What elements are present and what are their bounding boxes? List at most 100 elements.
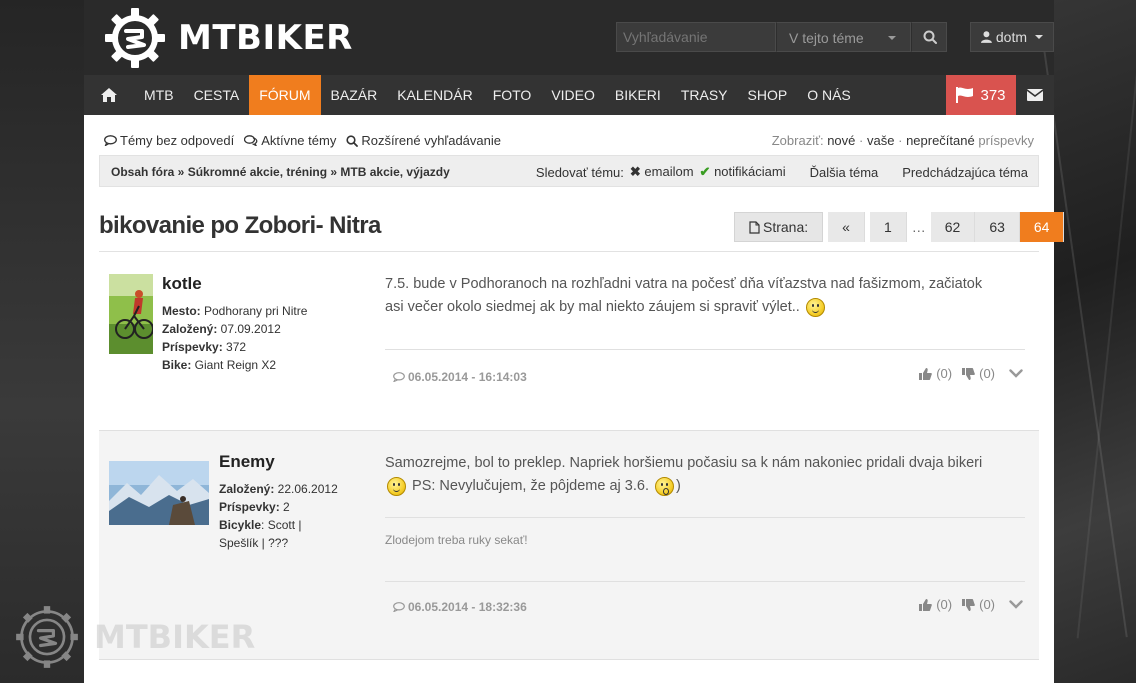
search-input[interactable] (616, 22, 776, 52)
envelope-icon (1027, 89, 1043, 101)
nav-item-forum[interactable]: FÓRUM (249, 75, 321, 115)
post-text-line: Samozrejme, bol to preklep. Napriek horš… (385, 455, 983, 471)
author-field: Mesto: Podhorany pri Nitre (162, 304, 308, 318)
main-nav: MTB CESTA FÓRUM BAZÁR KALENDÁR FOTO VIDE… (84, 75, 1054, 115)
thumbs-down-icon[interactable] (962, 598, 975, 611)
author-field: Bicykle: Scott | (219, 518, 302, 532)
nav-item-cesta[interactable]: CESTA (184, 75, 250, 115)
nav-home[interactable] (84, 75, 134, 115)
show-filter: Zobraziť: nové · vaše · neprečítané prís… (772, 133, 1034, 148)
breadcrumb[interactable]: Obsah fóra » Súkromné akcie, tréning » M… (111, 165, 450, 179)
background-left (0, 0, 84, 683)
author-field: Založený: 07.09.2012 (162, 322, 281, 336)
page-label-text: Strana: (763, 219, 809, 235)
gear-logo-icon (16, 606, 78, 668)
page-label: Strana: (734, 212, 824, 242)
nav-item-kalendar[interactable]: KALENDÁR (387, 75, 482, 115)
page-62-button[interactable]: 62 (930, 212, 976, 242)
avatar[interactable] (109, 461, 209, 525)
pagination: Strana: « 1 … 62 63 64 (734, 212, 1065, 242)
post-author[interactable]: Enemy (219, 452, 275, 472)
page-prev-button[interactable]: « (828, 212, 865, 242)
search-icon (346, 134, 359, 147)
nav-item-o-nas[interactable]: O NÁS (797, 75, 861, 115)
comments-icon (244, 135, 258, 146)
post-text-line: PS: Nevylučujem, že pôjdeme aj 3.6. ) (385, 475, 1025, 498)
link-unanswered-topics[interactable]: Témy bez odpovedí (104, 133, 234, 148)
search-button[interactable] (911, 22, 947, 52)
surprised-smiley-icon (655, 476, 675, 496)
like-count: (0) (936, 597, 953, 612)
home-icon (101, 88, 117, 102)
link-advanced-label: Rozšírené vyhľadávanie (361, 133, 501, 148)
follow-email-label: emailom (644, 164, 694, 179)
thumbs-up-icon[interactable] (919, 367, 933, 380)
post-date: 06.05.2014 - 16:14:03 (393, 370, 527, 384)
page-63-button[interactable]: 63 (975, 212, 1020, 242)
page-icon (749, 220, 760, 234)
background-right (1054, 0, 1136, 683)
next-topic-link[interactable]: Ďalšia téma (810, 165, 879, 180)
author-field: Príspevky: 2 (219, 500, 290, 514)
smiley-icon (387, 476, 406, 496)
show-unread-link[interactable]: neprečítané (906, 133, 975, 148)
watermark: MTBIKER (14, 604, 255, 670)
post-divider (385, 517, 1025, 518)
avatar[interactable] (109, 274, 153, 354)
thumbs-up-icon[interactable] (919, 598, 933, 611)
logo-text: MTBIKER (178, 18, 353, 58)
nav-item-bazar[interactable]: BAZÁR (321, 75, 388, 115)
follow-notify-label: notifikáciami (714, 164, 786, 179)
user-icon (981, 31, 992, 43)
notifications-button[interactable]: 373 (946, 75, 1016, 115)
post: kotle Mesto: Podhorany pri Nitre Založen… (99, 257, 1039, 427)
previous-topic-link[interactable]: Predchádzajúca téma (902, 165, 1028, 180)
post-text-line: asi večer okolo siedmej ak by mal niekto… (385, 296, 1025, 319)
site-header: MTBIKER V tejto téme dotm (84, 0, 1054, 75)
chevron-down-icon[interactable] (1009, 369, 1023, 378)
username: dotm (995, 29, 1027, 45)
site-logo[interactable]: MTBIKER (104, 7, 353, 69)
link-unanswered-label: Témy bez odpovedí (120, 133, 235, 148)
post-body: Samozrejme, bol to preklep. Napriek horš… (385, 452, 1025, 498)
nav-item-shop[interactable]: SHOP (738, 75, 798, 115)
nav-item-mtb[interactable]: MTB (134, 75, 184, 115)
dot-separator: · (898, 133, 903, 148)
page-64-current[interactable]: 64 (1019, 212, 1065, 242)
nav-item-trasy[interactable]: TRASY (671, 75, 738, 115)
post-author[interactable]: kotle (162, 274, 202, 294)
forum-content: Témy bez odpovedí Aktívne témy Rozšírené… (84, 115, 1065, 683)
user-menu-button[interactable]: dotm (970, 22, 1054, 52)
follow-label: Sledovať tému: (535, 164, 624, 180)
caret-down-icon (888, 36, 896, 40)
dislike-count: (0) (979, 366, 995, 381)
close-icon: ✖ (629, 164, 641, 179)
page-1-button[interactable]: 1 (869, 212, 907, 242)
post-signature: Zlodejom treba ruky sekať! (385, 533, 528, 547)
link-active-topics[interactable]: Aktívne témy (244, 133, 336, 148)
forum-quick-links: Témy bez odpovedí Aktívne témy Rozšírené… (104, 133, 501, 148)
post-votes: (0) (0) (919, 597, 1023, 612)
post-date: 06.05.2014 - 18:32:36 (393, 600, 527, 614)
messages-button[interactable] (1016, 75, 1054, 115)
search-scope-select[interactable]: V tejto téme (776, 22, 911, 52)
show-label: Zobraziť: (771, 133, 824, 148)
post-author-info: Založený: 22.06.2012 Príspevky: 2 Bicykl… (219, 480, 338, 552)
post-divider (385, 349, 1025, 350)
nav-item-video[interactable]: VIDEO (541, 75, 605, 115)
follow-email-option[interactable]: ✖ emailom (630, 164, 694, 180)
nav-item-foto[interactable]: FOTO (483, 75, 542, 115)
divider (99, 251, 1039, 252)
link-advanced-search[interactable]: Rozšírené vyhľadávanie (346, 133, 501, 148)
show-new-link[interactable]: nové (827, 133, 855, 148)
nav-item-bikeri[interactable]: BIKERI (605, 75, 671, 115)
follow-notify-option[interactable]: ✔ notifikáciami (700, 164, 786, 180)
chevron-down-icon[interactable] (1009, 600, 1023, 609)
post-text-line: 7.5. bude v Podhoranoch na rozhľadni vat… (385, 276, 983, 292)
post-divider (385, 581, 1025, 582)
flag-icon (956, 87, 974, 103)
thumbs-down-icon[interactable] (962, 367, 975, 380)
show-yours-link[interactable]: vaše (867, 133, 894, 148)
dislike-count: (0) (979, 597, 995, 612)
